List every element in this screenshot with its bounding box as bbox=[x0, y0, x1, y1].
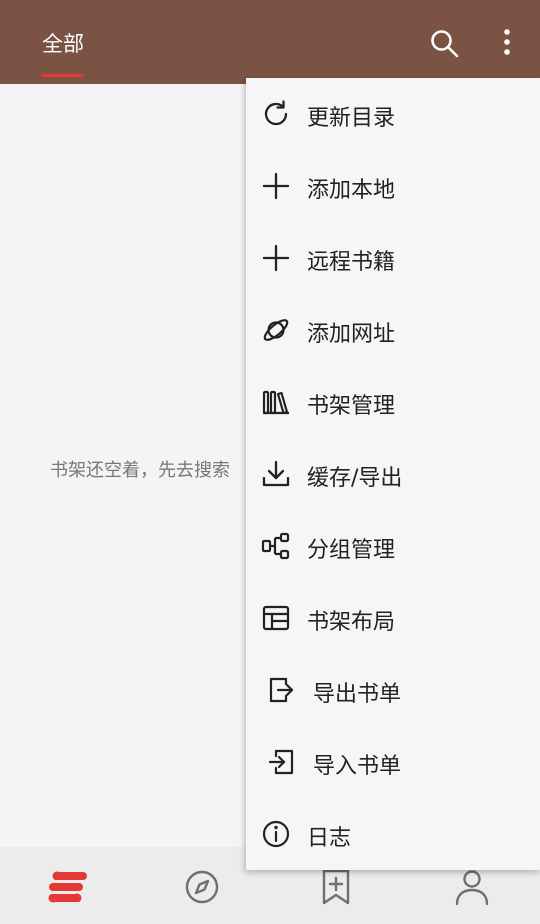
menu-item-label: 书架管理 bbox=[307, 394, 396, 419]
tab-indicator bbox=[41, 74, 84, 77]
menu-item-log[interactable]: 日志 bbox=[246, 798, 540, 870]
bookshelf-logo-icon[interactable] bbox=[47, 867, 87, 907]
menu-item-label: 更新目录 bbox=[307, 106, 396, 131]
menu-item-add-url[interactable]: 添加网址 bbox=[246, 294, 540, 366]
menu-item-label: 导出书单 bbox=[313, 682, 402, 707]
top-app-bar: 全部 bbox=[0, 0, 540, 84]
menu-item-label: 添加本地 bbox=[307, 178, 396, 203]
compass-icon[interactable] bbox=[182, 867, 222, 907]
menu-item-add-local[interactable]: 添加本地 bbox=[246, 150, 540, 222]
menu-item-label: 分组管理 bbox=[307, 538, 396, 563]
menu-item-label: 日志 bbox=[307, 826, 352, 851]
layout-icon bbox=[260, 602, 292, 634]
more-vert-icon[interactable] bbox=[491, 27, 523, 59]
search-icon[interactable] bbox=[428, 27, 460, 59]
plus-icon bbox=[260, 242, 292, 274]
menu-item-shelf-layout[interactable]: 书架布局 bbox=[246, 582, 540, 654]
import-icon bbox=[266, 746, 298, 778]
menu-item-label: 书架布局 bbox=[307, 610, 396, 635]
bookshelf-icon bbox=[260, 386, 292, 418]
bookmark-add-icon[interactable] bbox=[316, 867, 356, 907]
menu-item-label: 添加网址 bbox=[307, 322, 396, 347]
menu-item-remote-books[interactable]: 远程书籍 bbox=[246, 222, 540, 294]
menu-item-cache-export[interactable]: 缓存/导出 bbox=[246, 438, 540, 510]
planet-icon bbox=[260, 314, 292, 346]
empty-shelf-message: 书架还空着，先去搜索 bbox=[50, 460, 230, 481]
group-icon bbox=[260, 530, 292, 562]
export-icon bbox=[266, 674, 298, 706]
plus-icon bbox=[260, 170, 292, 202]
tab-all[interactable]: 全部 bbox=[42, 28, 84, 58]
user-icon[interactable] bbox=[452, 867, 492, 907]
menu-item-update-catalog[interactable]: 更新目录 bbox=[246, 78, 540, 150]
info-icon bbox=[260, 818, 292, 850]
menu-item-label: 缓存/导出 bbox=[307, 466, 403, 491]
menu-item-label: 远程书籍 bbox=[307, 250, 396, 275]
menu-item-label: 导入书单 bbox=[313, 754, 402, 779]
refresh-icon bbox=[260, 98, 292, 130]
menu-item-export-booklist[interactable]: 导出书单 bbox=[246, 654, 540, 726]
menu-item-shelf-manage[interactable]: 书架管理 bbox=[246, 366, 540, 438]
menu-item-import-booklist[interactable]: 导入书单 bbox=[246, 726, 540, 798]
overflow-menu: 更新目录 添加本地 远程书籍 添加网址 书架管理 缓存/导出 分组管理 书架布局… bbox=[246, 78, 540, 870]
menu-item-group-manage[interactable]: 分组管理 bbox=[246, 510, 540, 582]
download-icon bbox=[260, 458, 292, 490]
